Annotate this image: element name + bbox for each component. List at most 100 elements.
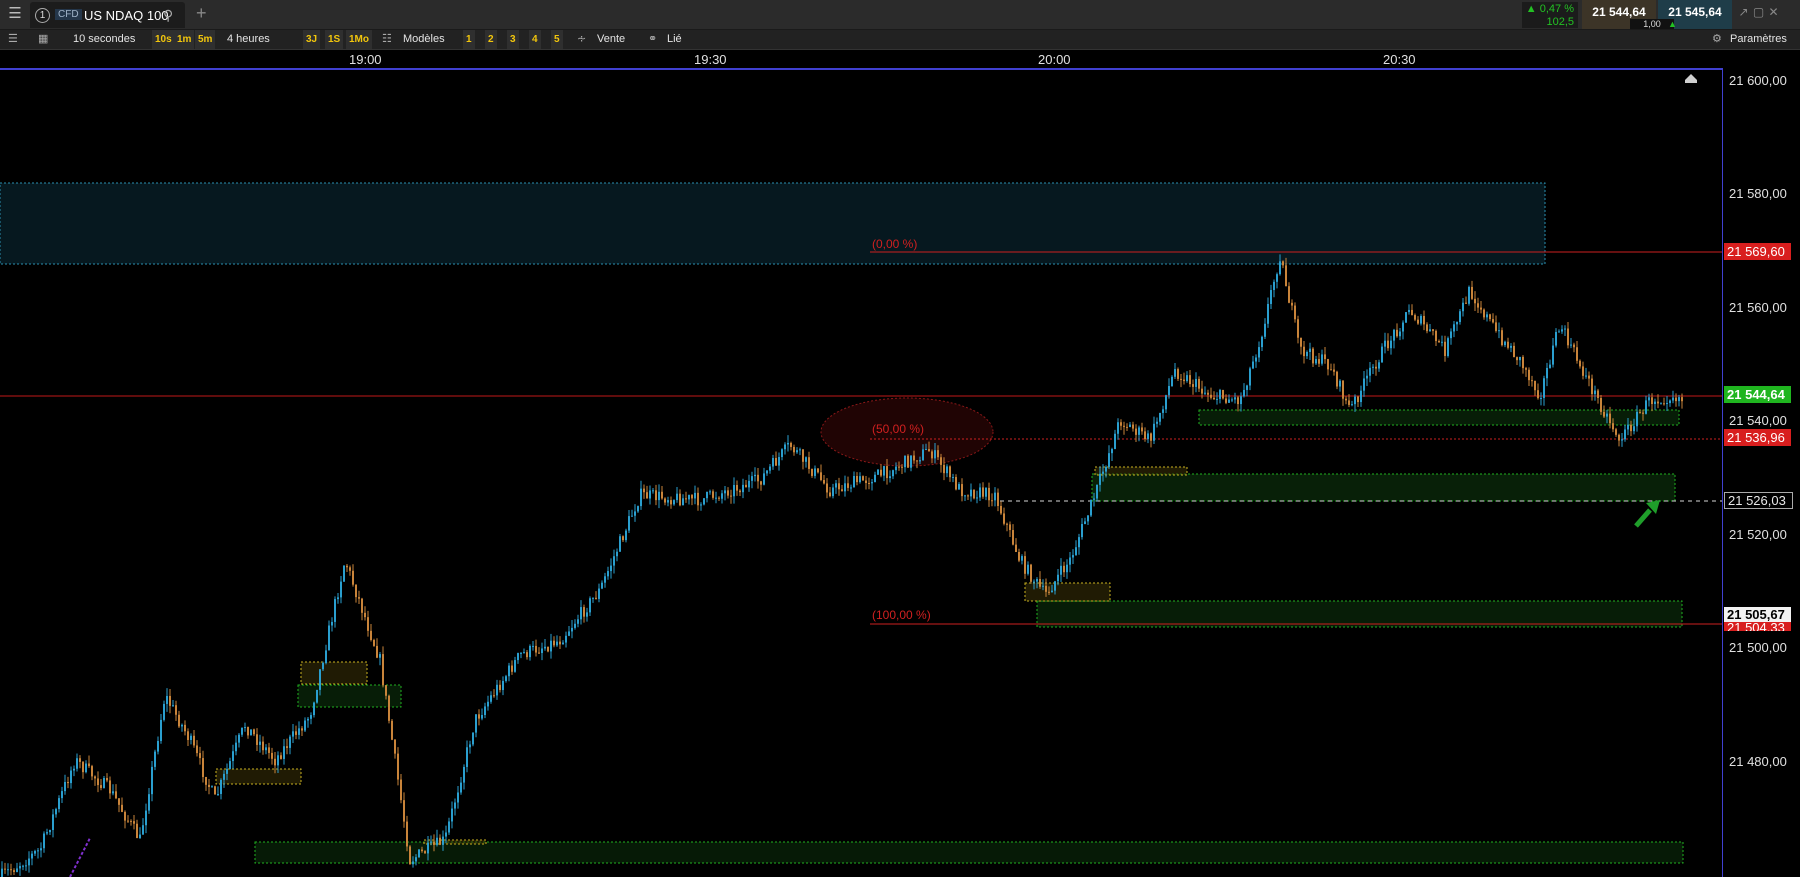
candle-body xyxy=(367,617,369,631)
candle-body xyxy=(832,487,834,497)
candle-body xyxy=(259,741,261,745)
candle-body xyxy=(1510,345,1512,348)
candle-body xyxy=(1609,413,1611,424)
candle-body xyxy=(1636,411,1638,427)
candle-body xyxy=(1657,401,1659,404)
candle-body xyxy=(520,652,522,654)
candle-body xyxy=(43,833,45,849)
candle-body xyxy=(1417,319,1419,324)
candle-body xyxy=(736,485,738,491)
candle-body xyxy=(877,469,879,475)
fib-high-price-tag: 21 569,60 xyxy=(1724,243,1791,260)
candle-body xyxy=(292,731,294,737)
candle-body xyxy=(1180,378,1182,380)
candle-body xyxy=(250,729,252,736)
candle-body xyxy=(253,729,255,735)
settings-button[interactable]: Paramètres xyxy=(1730,30,1787,49)
candle-body xyxy=(1036,579,1038,582)
candle-body xyxy=(229,761,231,769)
candle-body xyxy=(1147,433,1149,440)
candle-body xyxy=(1153,423,1155,441)
current-price-tag: 21 544,64 xyxy=(1724,386,1791,403)
window-controls: ↗ ▢ ✕ xyxy=(1736,5,1798,23)
candle-body xyxy=(1363,378,1365,391)
candle-body xyxy=(610,565,612,572)
candle-body xyxy=(949,466,951,478)
candle-body xyxy=(802,449,804,462)
window-restore-icon[interactable]: ↗ xyxy=(1736,5,1751,19)
candle-body xyxy=(1072,555,1074,558)
candle-body xyxy=(1663,403,1665,405)
candle-body xyxy=(1555,332,1557,346)
candle-body xyxy=(316,689,318,703)
candle-body xyxy=(1006,523,1008,525)
candle-body xyxy=(1360,390,1362,403)
candle-body xyxy=(544,646,546,649)
candle-body xyxy=(829,492,831,497)
candle-body xyxy=(1039,579,1041,587)
home-marker-icon[interactable] xyxy=(1685,74,1697,83)
candle-body xyxy=(94,776,96,779)
window-maximize-icon[interactable]: ▢ xyxy=(1751,5,1766,19)
candle-body xyxy=(190,735,192,741)
candle-body xyxy=(1531,380,1533,382)
candle-body xyxy=(655,490,657,501)
candle-body xyxy=(1183,379,1185,382)
candle-body xyxy=(688,495,690,500)
candle-body xyxy=(535,645,537,653)
candle-body xyxy=(871,482,873,484)
candle-body xyxy=(352,570,354,585)
candle-body xyxy=(70,770,72,784)
candle-body xyxy=(868,482,870,484)
candle-body xyxy=(1396,329,1398,337)
candle-body xyxy=(1465,302,1467,304)
candle-body xyxy=(772,458,774,467)
candle-body xyxy=(814,468,816,476)
yellow-zone[interactable] xyxy=(300,661,368,685)
candle-body xyxy=(934,450,936,459)
candle-body xyxy=(679,493,681,506)
candle-body xyxy=(373,639,375,646)
candle-body xyxy=(946,466,948,474)
candle-body xyxy=(1456,321,1458,325)
fib-50-label: (50,00 %) xyxy=(872,422,924,436)
candle-body xyxy=(265,747,267,751)
candle-body xyxy=(973,489,975,499)
close-icon[interactable]: ✕ xyxy=(1766,5,1781,19)
candle-body xyxy=(511,665,513,672)
candle-body xyxy=(1354,396,1356,405)
candle-body xyxy=(112,791,114,794)
candle-body xyxy=(700,504,702,506)
trend-line[interactable] xyxy=(69,837,91,877)
candle-body xyxy=(781,449,783,458)
candle-body xyxy=(247,727,249,736)
yellow-zone[interactable] xyxy=(215,768,302,785)
demand-zone[interactable] xyxy=(1036,600,1683,628)
demand-zone[interactable] xyxy=(254,841,1684,864)
arrow-annotation[interactable] xyxy=(1634,500,1660,528)
price-chart[interactable]: (0,00 %) (50,00 %) (100,00 %) xyxy=(0,0,1722,877)
demand-zone[interactable] xyxy=(1091,473,1676,502)
candle-body xyxy=(742,484,744,493)
candle-body xyxy=(859,476,861,483)
candle-body xyxy=(601,582,603,589)
arrow-up-icon: ▲ xyxy=(1668,19,1677,29)
candle-body xyxy=(1669,400,1671,404)
candle-body xyxy=(7,869,9,871)
price-axis[interactable]: 21 600,00 21 580,00 21 560,00 21 540,00 … xyxy=(1722,68,1800,877)
candle-body xyxy=(1138,427,1140,435)
candle-body xyxy=(1321,354,1323,364)
candle-body xyxy=(646,492,648,499)
candle-body xyxy=(337,597,339,600)
candle-body xyxy=(1405,312,1407,323)
candle-body xyxy=(1438,341,1440,343)
candle-body xyxy=(787,442,789,445)
candle-body xyxy=(1087,515,1089,522)
candle-body xyxy=(1261,336,1263,348)
candle-body xyxy=(1447,338,1449,356)
yellow-zone[interactable] xyxy=(1024,582,1111,602)
candle-body xyxy=(649,490,651,499)
candle-body xyxy=(1330,369,1332,371)
candle-body xyxy=(1042,585,1044,587)
candle-body xyxy=(493,695,495,697)
